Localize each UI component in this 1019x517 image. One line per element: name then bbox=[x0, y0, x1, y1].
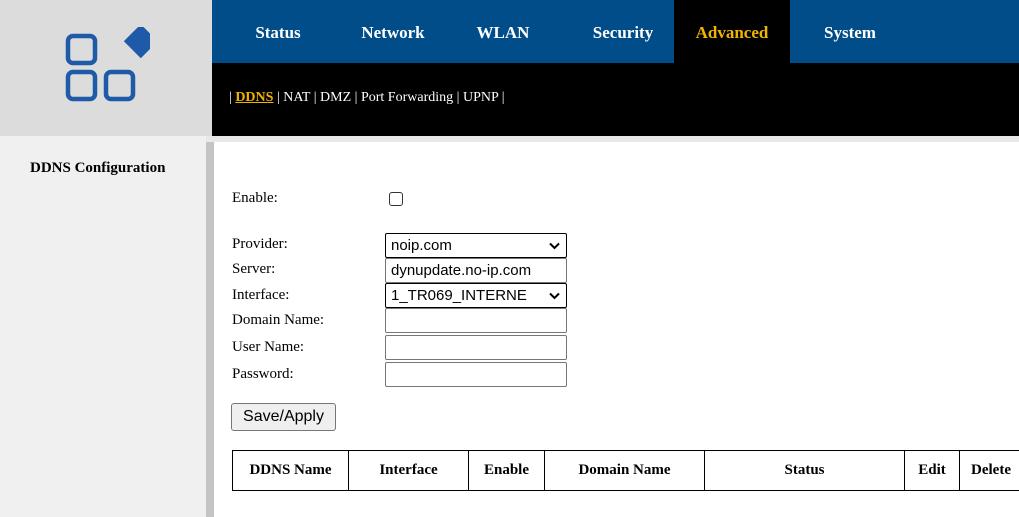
server-input[interactable]: dynupdate.no-ip.com bbox=[385, 258, 567, 283]
tab-system[interactable]: System bbox=[800, 0, 900, 63]
server-label: Server: bbox=[232, 261, 276, 277]
tab-advanced[interactable]: Advanced bbox=[674, 0, 790, 63]
server-value: dynupdate.no-ip.com bbox=[391, 262, 532, 279]
provider-select[interactable]: noip.com bbox=[385, 233, 567, 258]
header-domain-name: Domain Name bbox=[544, 450, 705, 491]
domain-name-label: Domain Name: bbox=[232, 312, 325, 328]
chevron-down-icon bbox=[549, 242, 560, 250]
tab-status[interactable]: Status bbox=[228, 0, 328, 63]
enable-checkbox[interactable] bbox=[389, 192, 403, 206]
ddns-table: DDNS Name Interface Enable Domain Name S… bbox=[232, 450, 1019, 491]
enable-label: Enable: bbox=[232, 190, 278, 206]
main-nav: Status Network WLAN Security Advanced Sy… bbox=[212, 0, 1019, 63]
interface-value: 1_TR069_INTERNE bbox=[391, 287, 527, 304]
separator: | bbox=[276, 90, 280, 105]
header-edit: Edit bbox=[904, 450, 960, 491]
domain-name-input[interactable] bbox=[385, 308, 567, 333]
sidebar-divider bbox=[206, 142, 214, 517]
header-enable: Enable bbox=[468, 450, 545, 491]
save-apply-button[interactable]: Save/Apply bbox=[231, 403, 336, 431]
sub-nav: | DDNS | NAT | DMZ | Port Forwarding | U… bbox=[212, 63, 1019, 136]
sub-nav-links: | DDNS | NAT | DMZ | Port Forwarding | U… bbox=[229, 90, 505, 106]
subnav-nat[interactable]: NAT bbox=[283, 90, 310, 105]
header-status: Status bbox=[704, 450, 905, 491]
tab-wlan[interactable]: WLAN bbox=[458, 0, 548, 63]
tab-security[interactable]: Security bbox=[568, 0, 678, 63]
separator: | bbox=[501, 90, 505, 105]
content-top-border bbox=[206, 136, 1019, 142]
subnav-dmz[interactable]: DMZ bbox=[320, 90, 351, 105]
logo-area bbox=[0, 0, 212, 136]
user-name-label: User Name: bbox=[232, 339, 305, 355]
sidebar: DDNS Configuration bbox=[0, 136, 206, 517]
separator: | bbox=[456, 90, 460, 105]
separator: | bbox=[354, 90, 358, 105]
interface-label: Interface: bbox=[232, 287, 290, 303]
provider-label: Provider: bbox=[232, 236, 288, 252]
separator: | bbox=[313, 90, 317, 105]
header-interface: Interface bbox=[348, 450, 469, 491]
separator: | bbox=[229, 90, 232, 105]
password-input[interactable] bbox=[385, 362, 567, 387]
subnav-upnp[interactable]: UPNP bbox=[463, 90, 498, 105]
table-header-row: DDNS Name Interface Enable Domain Name S… bbox=[232, 450, 1019, 491]
header-ddns-name: DDNS Name bbox=[232, 450, 349, 491]
subnav-ddns[interactable]: DDNS bbox=[235, 90, 273, 105]
user-name-input[interactable] bbox=[385, 335, 567, 360]
chevron-down-icon bbox=[549, 292, 560, 300]
tab-network[interactable]: Network bbox=[338, 0, 448, 63]
sidebar-item-ddns-configuration[interactable]: DDNS Configuration bbox=[30, 160, 165, 177]
interface-select[interactable]: 1_TR069_INTERNE bbox=[385, 283, 567, 308]
provider-value: noip.com bbox=[391, 237, 452, 254]
header-delete: Delete bbox=[959, 450, 1019, 491]
password-label: Password: bbox=[232, 366, 294, 382]
subnav-port-forwarding[interactable]: Port Forwarding bbox=[361, 90, 453, 105]
apps-grid-logo bbox=[65, 27, 150, 102]
